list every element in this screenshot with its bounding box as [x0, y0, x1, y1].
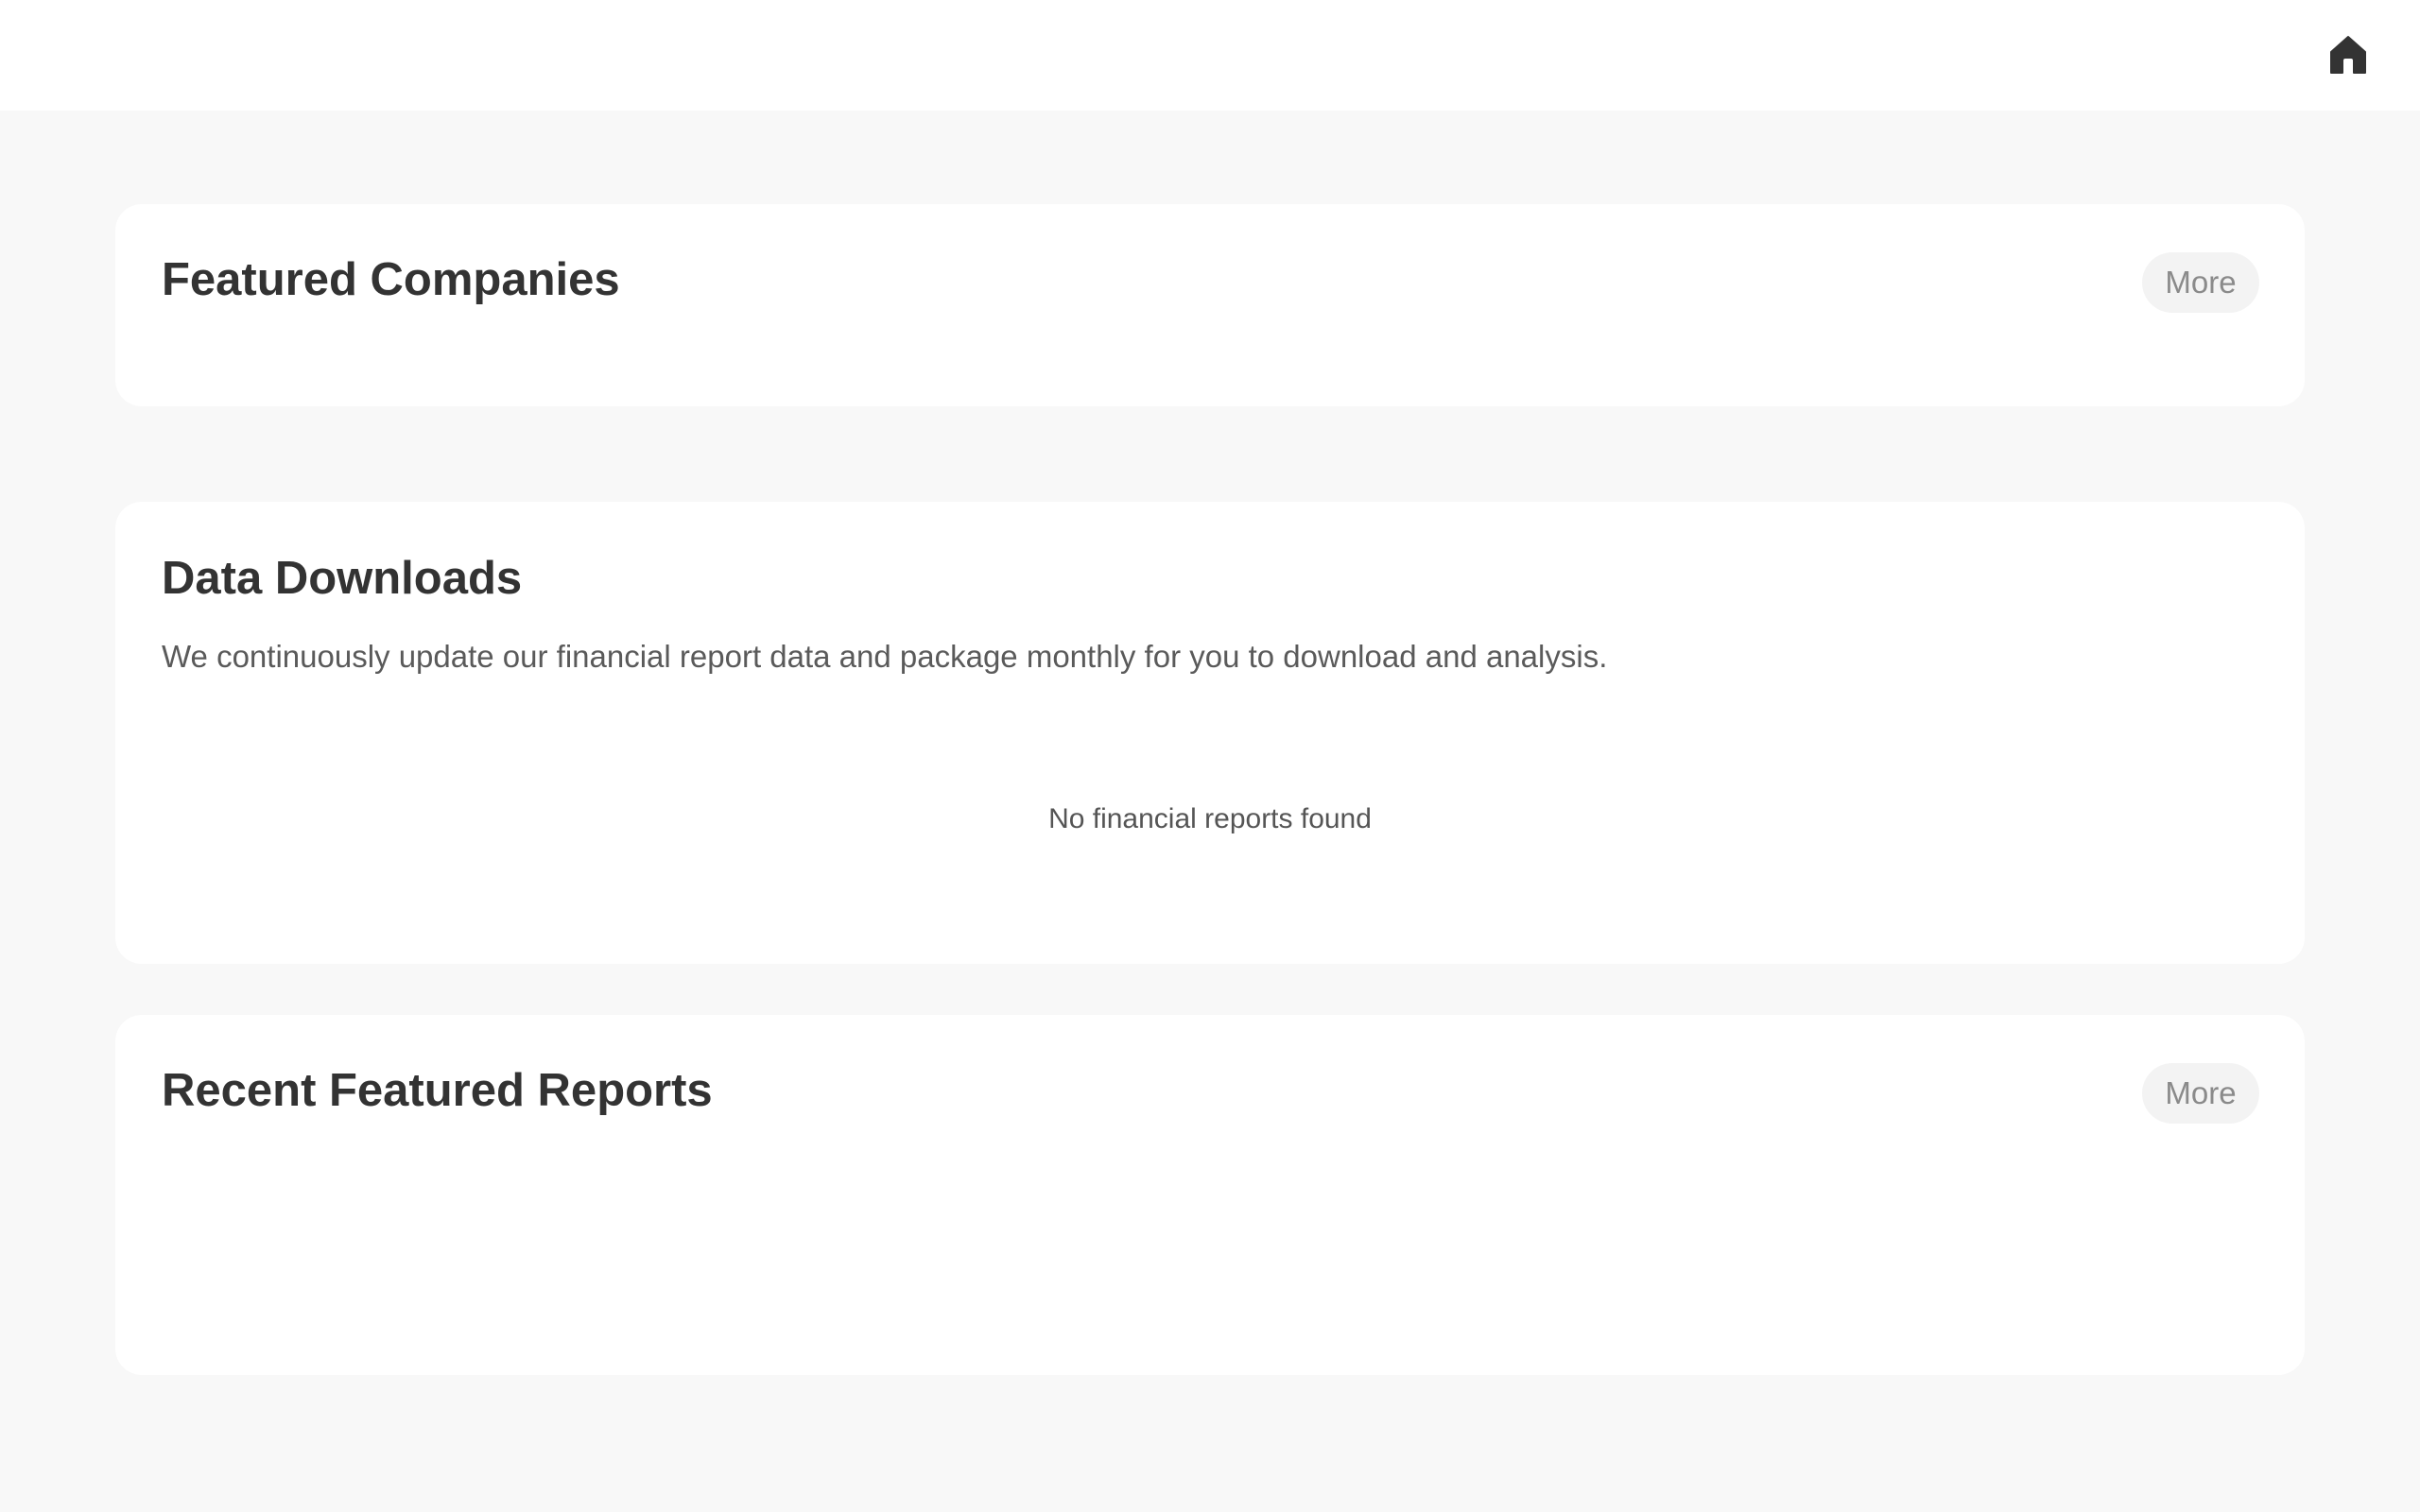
featured-companies-card: Featured Companies More [115, 204, 2305, 406]
recent-featured-reports-more-button[interactable]: More [2142, 1063, 2259, 1124]
home-button[interactable] [2327, 34, 2369, 76]
home-icon [2330, 36, 2366, 74]
data-downloads-description: We continuously update our financial rep… [162, 639, 1608, 674]
data-downloads-title: Data Downloads [162, 553, 523, 604]
data-downloads-card: Data Downloads We continuously update ou… [115, 502, 2305, 964]
empty-state-message: No financial reports found [1048, 803, 1372, 834]
recent-featured-reports-card: Recent Featured Reports More [115, 1015, 2305, 1375]
recent-featured-reports-title: Recent Featured Reports [162, 1065, 713, 1116]
top-bar [0, 0, 2420, 111]
featured-companies-more-button[interactable]: More [2142, 252, 2259, 313]
featured-companies-title: Featured Companies [162, 254, 620, 305]
